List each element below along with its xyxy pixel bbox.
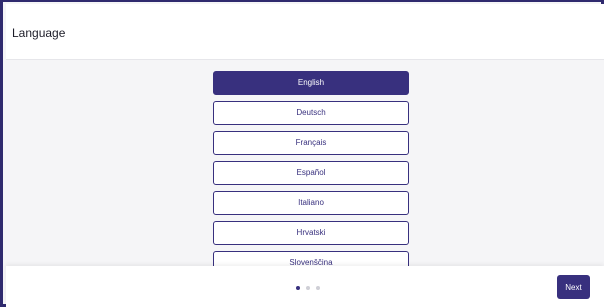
language-option-hrvatski[interactable]: Hrvatski (213, 221, 409, 245)
page-title: Language (12, 26, 66, 40)
language-option-francais[interactable]: Français (213, 131, 409, 155)
next-button[interactable]: Next (557, 275, 590, 299)
pagination-dots (296, 286, 320, 290)
footer-bar: Next (6, 266, 604, 307)
language-list: English Deutsch Français Español Italian… (213, 71, 409, 266)
pagination-dot-2 (306, 286, 310, 290)
app-frame: Language English Deutsch Français Españo… (0, 0, 604, 307)
pagination-dot-1 (296, 286, 300, 290)
language-option-slovenscina[interactable]: Slovenščina (213, 251, 409, 266)
language-option-deutsch[interactable]: Deutsch (213, 101, 409, 125)
language-option-english[interactable]: English (213, 71, 409, 95)
language-option-espanol[interactable]: Español (213, 161, 409, 185)
header-bar: Language (6, 4, 604, 60)
pagination-dot-3 (316, 286, 320, 290)
language-option-italiano[interactable]: Italiano (213, 191, 409, 215)
language-list-area[interactable]: English Deutsch Français Español Italian… (6, 60, 604, 266)
